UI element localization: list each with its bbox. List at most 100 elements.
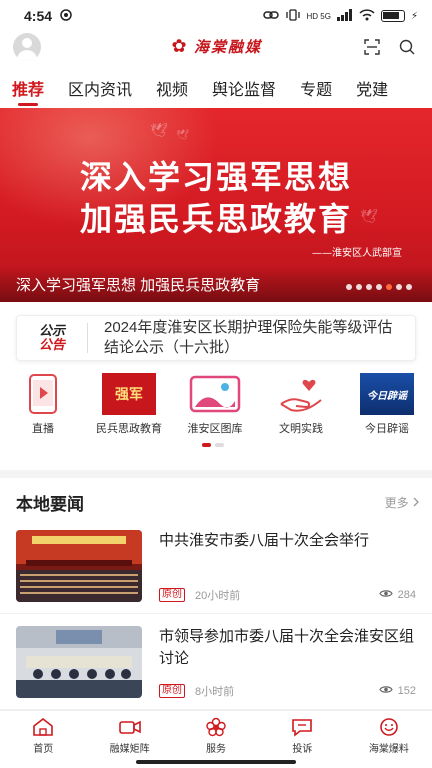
more-link[interactable]: 更多 [385,494,420,511]
view-count: 284 [397,589,416,601]
pager-dot-active [202,443,211,447]
section-title: 本地要闻 [16,495,84,514]
nav-tip-off[interactable]: 海棠爆料 [346,711,432,758]
quick-links-pager [202,443,224,447]
carousel-dot[interactable] [406,284,412,290]
news-item[interactable]: 中共淮安市委八届十次全会举行 原创 20小时前 284 [0,518,432,614]
quick-link-label: 文明实践 [279,423,323,435]
news-item[interactable]: 市领导参加市委八届十次全会淮安区组讨论 原创 8小时前 152 [0,614,432,710]
pager-dot [215,443,224,447]
section-separator [0,470,432,478]
banner-signature: ——淮安区人武部宣 [312,248,402,259]
rumor-debunk-icon-text: 今日辟谣 [360,373,414,415]
charging-icon: ⚡ [410,10,418,22]
scan-icon[interactable] [364,39,380,55]
vibrate-icon [285,8,301,24]
banner-carousel[interactable]: 🕊 🕊 🕊 深入学习强军思想 加强民兵思政教育 ——淮安区人武部宣 深入学习强军… [0,108,432,302]
news-meta: 原创 20小时前 284 [159,587,416,603]
nav-label: 服务 [206,744,227,755]
carousel-dot[interactable] [346,284,352,290]
original-badge: 原创 [159,588,185,602]
news-thumbnail [16,530,142,602]
tab-party-building[interactable]: 党建 [356,70,388,106]
chevron-right-icon [412,496,420,510]
nav-label: 首页 [33,744,54,755]
carousel-dot[interactable] [356,284,362,290]
link-icon [262,9,279,24]
militia-education-icon-text: 强军 [102,373,156,415]
banner-heading-line2: 加强民兵思政教育 [79,200,352,238]
quick-links: 直播 强军 民兵思政教育 淮安区图库 文明实践 今日辟谣 今日辟谣 [0,372,432,438]
quick-link-live[interactable]: 直播 [0,372,86,438]
carousel-dot-active[interactable] [386,284,392,290]
app-logo: ✿ 海棠融媒 [168,35,262,57]
video-camera-icon [118,717,141,737]
carousel-dot[interactable] [376,284,382,290]
nav-complaint[interactable]: 投诉 [259,711,345,758]
dove-icon: 🕊 [150,122,168,138]
carousel-dots [346,284,412,290]
news-views: 284 [378,589,416,601]
avatar[interactable] [13,33,41,61]
quick-link-civilization[interactable]: 文明实践 [258,372,344,438]
notification-icon [60,8,72,24]
quick-link-label: 直播 [32,423,54,435]
logo-text: 海棠融媒 [194,37,263,56]
news-title: 中共淮安市委八届十次全会举行 [159,532,370,549]
service-flower-icon [205,717,227,737]
status-time: 4:54 [24,8,53,24]
battery-icon [380,10,405,22]
divider [87,323,88,353]
search-icon[interactable] [399,39,415,55]
news-meta: 原创 8小时前 152 [159,683,416,699]
news-time: 8小时前 [195,686,235,698]
nav-home[interactable]: 首页 [0,711,86,758]
announcement-bar[interactable]: 公示 公告 2024年度淮安区长期护理保险失能等级评估结论公示（十六批） [16,315,416,361]
tab-public-supervision[interactable]: 舆论监督 [212,70,276,106]
tab-video[interactable]: 视频 [156,70,188,106]
news-title: 市领导参加市委八届十次全会淮安区组讨论 [159,628,415,667]
banner-caption: 深入学习强军思想 加强民兵思政教育 [16,276,261,294]
quick-link-militia-education[interactable]: 强军 民兵思政教育 [86,372,172,438]
nav-label: 海棠爆料 [368,744,409,755]
news-time: 20小时前 [195,590,241,602]
tab-special[interactable]: 专题 [300,70,332,106]
gallery-icon [187,372,243,416]
announcement-badge-top: 公示 [38,323,65,338]
news-thumbnail [16,626,142,698]
dove-icon: 🕊 [176,130,189,141]
local-news-header: 本地要闻 更多 [0,490,432,516]
quick-link-gallery[interactable]: 淮安区图库 [172,372,258,438]
announcement-badge-bottom: 公告 [38,337,65,352]
quick-link-label: 今日辟谣 [365,423,409,435]
complaint-chat-icon [291,717,313,737]
tab-district-news[interactable]: 区内资讯 [68,70,132,106]
nav-label: 投诉 [292,744,313,755]
carousel-dot[interactable] [366,284,372,290]
quick-link-rumor-debunk[interactable]: 今日辟谣 今日辟谣 [344,372,430,438]
app-header: ✿ 海棠融媒 [0,32,432,62]
crabapple-flower-icon: ✿ [171,36,187,56]
quick-link-label: 民兵思政教育 [96,423,162,435]
signal-icon [336,8,353,24]
tip-off-icon [378,717,400,737]
tab-recommend[interactable]: 推荐 [12,70,44,106]
nav-service[interactable]: 服务 [173,711,259,758]
more-link-label: 更多 [384,496,409,510]
home-indicator[interactable] [136,760,296,764]
network-label: HD 5G [306,11,331,21]
status-indicators: HD 5G ⚡ [262,8,418,24]
nav-media-matrix[interactable]: 融媒矩阵 [86,711,172,758]
militia-education-icon: 强军 [101,372,157,416]
live-play-icon [15,372,71,416]
carousel-dot[interactable] [396,284,402,290]
announcement-text[interactable]: 2024年度淮安区长期护理保险失能等级评估结论公示（十六批） [104,318,404,358]
eye-icon [378,589,393,601]
eye-icon [378,685,393,697]
wifi-icon [359,8,375,24]
category-tabs: 推荐 区内资讯 视频 舆论监督 专题 党建 [0,70,432,106]
view-count: 152 [397,685,416,697]
quick-link-label: 淮安区图库 [187,423,243,435]
banner-heading-line1: 深入学习强军思想 [79,158,352,196]
announcement-badge: 公示 公告 [17,324,87,352]
